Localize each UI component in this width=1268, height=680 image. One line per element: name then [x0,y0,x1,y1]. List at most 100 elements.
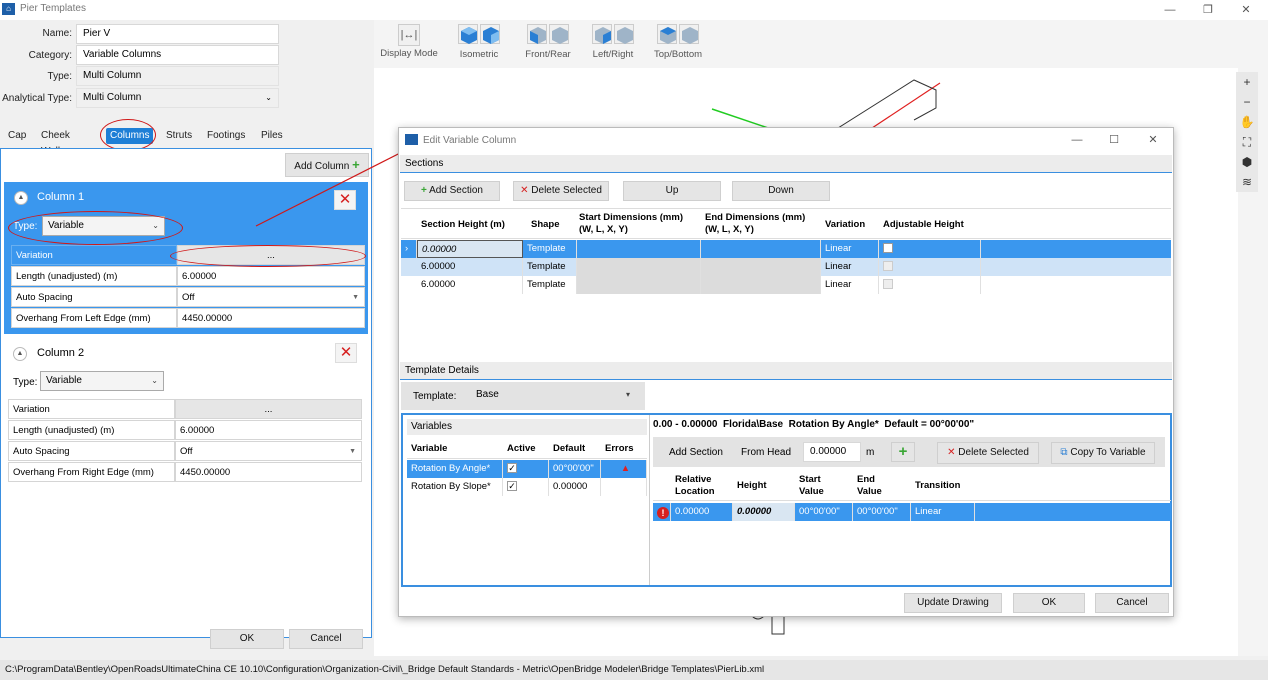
plus-icon: + [420,185,427,196]
header-shape: Shape [531,219,560,230]
end-dim-cell[interactable] [701,240,821,258]
default-cell[interactable]: 00°00'00" [549,460,601,478]
active-cell[interactable]: ✓ [503,460,549,478]
sections-table-header: Section Height (m) Shape Start Dimension… [401,209,1171,239]
from-head-input[interactable]: 0.00000 [803,442,861,462]
end-dim-cell[interactable] [701,276,821,294]
edit-variable-column-dialog: Edit Variable Column — ☐ ✕ Sections + Ad… [398,127,1174,617]
header-height: Height [737,480,767,491]
variation-cell[interactable]: Linear [821,258,879,276]
header-start-value: Start Value [799,474,824,497]
delete-selected-button[interactable]: ✕ Delete Selected [513,181,609,201]
detail-table-header: Relative Location Height Start Value End… [653,471,1171,501]
checkbox-unchecked[interactable] [883,279,893,290]
table-row[interactable]: 6.00000 Template Linear [401,258,1171,276]
height-cell[interactable]: 0.00000 [733,503,795,521]
start-dim-cell[interactable] [577,258,701,276]
divider [649,415,650,585]
maximize-icon[interactable]: ☐ [1102,132,1126,148]
header-errors: Errors [605,443,634,454]
section-height-cell[interactable]: 0.00000 [417,240,523,258]
dialog-title: Edit Variable Column [423,135,517,146]
shape-cell[interactable]: Template [523,240,577,258]
copy-to-variable-button[interactable]: ⧉ Copy To Variable [1051,442,1155,464]
detail-toolbar: Add Section From Head 0.00000 m + ✕ Dele… [653,437,1165,467]
header-active: Active [507,443,536,454]
header-adjustable-height: Adjustable Height [883,219,964,230]
detail-title: 0.00 - 0.00000 Florida\Base Rotation By … [653,419,975,430]
header-default: Default [553,443,586,454]
checkbox-checked[interactable]: ✓ [507,481,517,492]
variation-cell[interactable]: Linear [821,240,879,258]
header-transition: Transition [915,480,961,491]
adjustable-cell[interactable] [879,258,981,276]
shape-cell[interactable]: Template [523,258,577,276]
section-height-cell[interactable]: 6.00000 [417,276,523,294]
delete-icon: ✕ [520,185,529,196]
active-cell[interactable]: ✓ [503,478,549,496]
up-button[interactable]: Up [623,181,721,201]
minimize-icon[interactable]: — [1065,132,1089,148]
dialog-cancel-button[interactable]: Cancel [1095,593,1169,613]
detail-delete-selected-button[interactable]: ✕ Delete Selected [937,442,1039,464]
location-cell[interactable]: 0.00000 [671,503,733,521]
shape-cell[interactable]: Template [523,276,577,294]
end-dim-cell[interactable] [701,258,821,276]
header-section-height: Section Height (m) [421,219,505,230]
sections-table: Section Height (m) Shape Start Dimension… [401,208,1171,356]
checkbox-checked[interactable]: ✓ [507,463,517,474]
header-relative-location: Relative Location [675,474,715,497]
variables-table-header: Variable Active Default Errors [407,439,647,459]
template-value: Base [476,389,499,400]
add-point-button[interactable]: + [891,442,915,462]
variable-name-cell[interactable]: Rotation By Slope* [407,478,503,496]
status-path: C:\ProgramData\Bentley\OpenRoadsUltimate… [0,660,1268,680]
table-row[interactable]: ! 0.00000 0.00000 00°00'00" 00°00'00" Li… [653,503,1171,521]
delete-icon: ✕ [947,447,956,458]
start-dim-cell[interactable] [577,240,701,258]
default-cell[interactable]: 0.00000 [549,478,601,496]
from-head-label: From Head [741,447,792,458]
variables-header: Variables [407,419,647,435]
dialog-ok-button[interactable]: OK [1013,593,1085,613]
template-select[interactable]: Base ▾ [471,386,635,406]
header-start-dimensions: Start Dimensions (mm) (W, L, X, Y) [579,212,683,235]
header-variable: Variable [411,443,448,454]
end-value-cell[interactable]: 00°00'00" [853,503,911,521]
start-value-cell[interactable]: 00°00'00" [795,503,853,521]
template-row: Template: Base ▾ [401,382,645,410]
detail-delete-label: Delete Selected [958,447,1029,458]
close-icon[interactable]: ✕ [1141,132,1165,148]
add-section-button[interactable]: + Add Section [404,181,500,201]
down-button[interactable]: Down [732,181,830,201]
adjustable-cell[interactable]: ✓ [879,240,981,258]
update-drawing-button[interactable]: Update Drawing [904,593,1002,613]
detail-add-section-label[interactable]: Add Section [669,447,723,458]
delete-selected-label: Delete Selected [531,185,602,196]
table-row[interactable]: 6.00000 Template Linear [401,276,1171,294]
add-section-label: Add Section [429,185,483,196]
dropdown-icon: ▾ [625,390,630,399]
section-height-cell[interactable]: 6.00000 [417,258,523,276]
copy-to-variable-label: Copy To Variable [1070,447,1146,458]
copy-icon: ⧉ [1060,447,1068,458]
template-label: Template: [413,391,457,402]
template-details-header: Template Details [400,362,1172,380]
table-row[interactable]: Rotation By Angle* ✓ 00°00'00" ▲ [407,460,647,478]
checkbox-unchecked[interactable] [883,261,893,272]
adjustable-cell[interactable] [879,276,981,294]
variable-name-cell[interactable]: Rotation By Angle* [407,460,503,478]
row-selector-icon: › [401,240,417,258]
table-row[interactable]: Rotation By Slope* ✓ 0.00000 [407,478,647,496]
app-icon [405,134,418,145]
header-variation: Variation [825,219,866,230]
error-warning-icon: ▲ [601,460,647,478]
error-icon: ! [655,503,671,521]
checkbox-checked[interactable]: ✓ [883,243,893,254]
table-row[interactable]: › 0.00000 Template Linear ✓ [401,240,1171,258]
errors-cell [601,478,647,496]
start-dim-cell[interactable] [577,276,701,294]
variation-cell[interactable]: Linear [821,276,879,294]
transition-cell[interactable]: Linear [911,503,975,521]
sections-header: Sections [400,155,1172,173]
